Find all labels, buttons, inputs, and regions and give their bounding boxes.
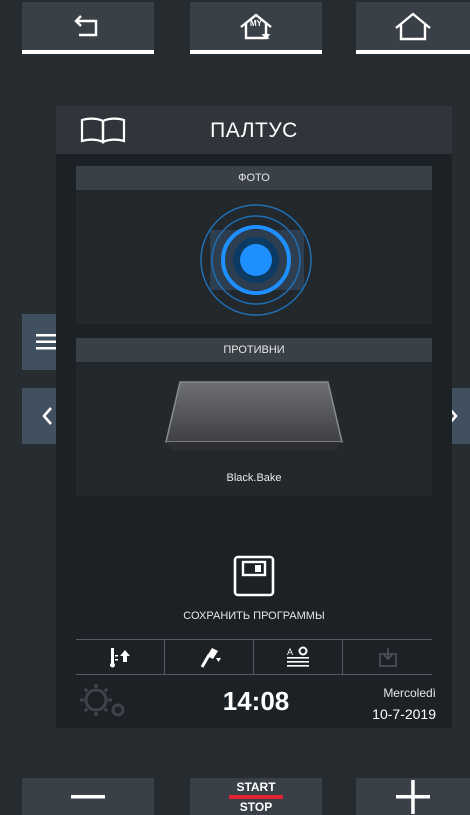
text-settings-button[interactable]: A — [254, 640, 342, 674]
my-home-badge: MY — [250, 19, 262, 28]
toolbar-bottom-divider — [76, 674, 432, 675]
home-button[interactable] — [356, 2, 470, 54]
photo-section-title: ФОТО — [76, 166, 432, 190]
weekday: Mercoledì — [383, 686, 436, 700]
start-stop-divider — [229, 794, 283, 799]
minus-button[interactable] — [22, 778, 154, 815]
stop-label: STOP — [239, 799, 273, 814]
home-button-underline — [356, 50, 470, 54]
floppy-disk-icon — [233, 555, 275, 597]
probe-icon — [200, 648, 221, 668]
program-title: ПАЛТУС — [210, 119, 298, 142]
back-button-underline — [22, 50, 154, 54]
probe-button[interactable] — [165, 640, 253, 674]
trays-section[interactable]: Black.Bake — [76, 362, 432, 496]
my-home-button-underline — [190, 50, 322, 54]
baking-tray-image — [165, 381, 343, 450]
date: 10-7-2019 — [372, 706, 436, 722]
my-home-button[interactable]: MY — [190, 2, 322, 54]
gears-icon[interactable] — [76, 680, 130, 720]
save-program-label: СОХРАНИТЬ ПРОГРАММЫ — [183, 610, 325, 622]
camera-lens-icon — [200, 204, 312, 316]
back-arrow-icon — [74, 15, 98, 37]
temperature-up-button[interactable] — [76, 640, 164, 674]
toolbar: A — [76, 640, 432, 674]
download-disabled-icon — [378, 648, 397, 667]
chevron-left-icon — [42, 407, 52, 425]
tray-name: Black.Bake — [226, 472, 282, 484]
program-panel: ПАЛТУС ФОТО ПРОТИВНИ Black.Bake СОХРАНИТ… — [56, 106, 452, 728]
plus-button[interactable] — [356, 778, 470, 815]
text-settings-icon: A — [287, 646, 309, 667]
temperature-up-icon — [110, 648, 130, 668]
back-button[interactable] — [22, 2, 154, 54]
trays-section-title: ПРОТИВНИ — [76, 338, 432, 362]
svg-text:A: A — [287, 647, 293, 657]
home-icon — [395, 12, 431, 41]
start-label: START — [236, 779, 276, 794]
download-button[interactable] — [343, 640, 432, 674]
hamburger-menu-icon — [36, 334, 58, 350]
plus-icon — [396, 779, 430, 814]
photo-section[interactable] — [76, 190, 432, 324]
start-stop-button[interactable]: START STOP — [190, 778, 322, 815]
program-header: ПАЛТУС — [56, 106, 452, 154]
clock-time: 14:08 — [222, 686, 290, 716]
minus-icon — [71, 794, 105, 798]
save-program-button[interactable]: СОХРАНИТЬ ПРОГРАММЫ — [156, 554, 352, 628]
